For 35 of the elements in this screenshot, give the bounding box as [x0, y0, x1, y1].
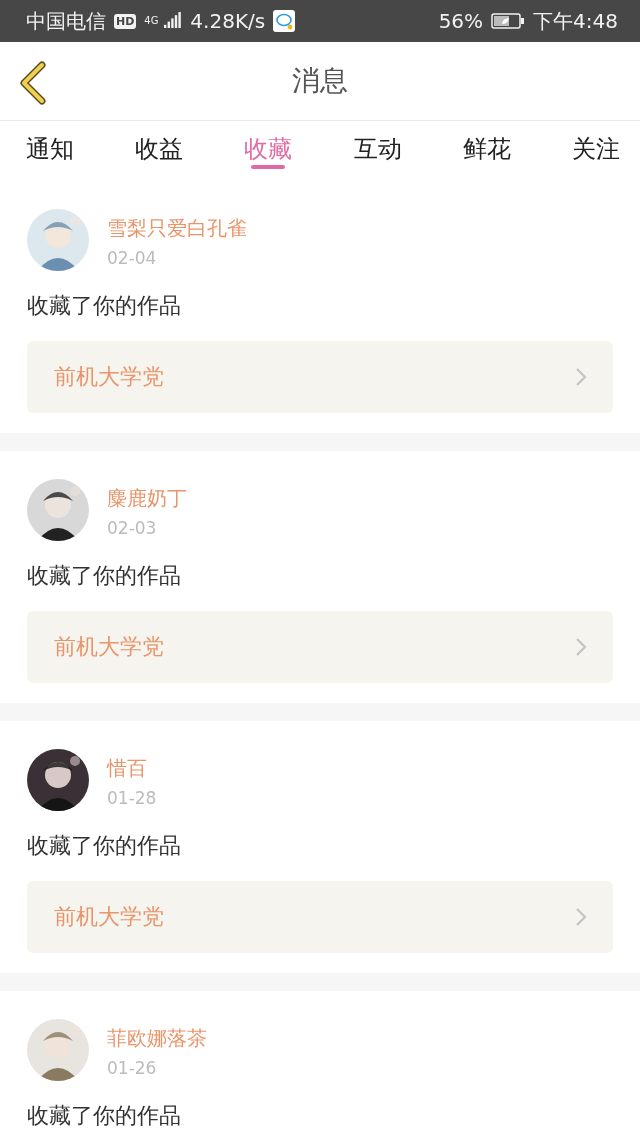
user-name[interactable]: 雪梨只爱白孔雀 [107, 215, 247, 242]
message-date: 01-26 [107, 1058, 158, 1078]
chevron-right-icon [575, 907, 587, 927]
message-date: 02-04 [107, 248, 158, 268]
tab[interactable]: 通知 [20, 121, 80, 169]
user-name[interactable]: 惜百 [107, 755, 157, 782]
tab[interactable]: 关注 [565, 121, 626, 169]
back-icon[interactable] [18, 61, 48, 105]
user-name[interactable]: 麋鹿奶丁 [107, 485, 187, 512]
message-text: 收藏了你的作品 [27, 562, 182, 590]
signal-icon [164, 12, 183, 30]
network-speed: 4.28K/s [190, 9, 266, 33]
message-date: 01-28 [107, 788, 157, 808]
battery-percent: 56% [438, 9, 484, 33]
hd-badge: HD [114, 13, 137, 29]
message-text: 收藏了你的作品 [27, 832, 182, 860]
work-link[interactable]: 前机大学党 [27, 611, 613, 683]
tab[interactable]: 鲜花 [456, 121, 517, 169]
clock-time: 下午4:48 [533, 7, 618, 35]
chevron-right-icon [575, 637, 587, 657]
user-name[interactable]: 菲欧娜落茶 [107, 1025, 207, 1052]
tab[interactable]: 收藏 [238, 121, 299, 169]
work-link[interactable]: 前机大学党 [27, 341, 613, 413]
message-text: 收藏了你的作品 [27, 1102, 182, 1130]
chat-app-icon [273, 10, 296, 32]
chevron-right-icon [575, 367, 587, 387]
tab[interactable]: 收益 [129, 121, 190, 169]
carrier-name: 中国电信 [26, 7, 106, 35]
message-date: 02-03 [107, 518, 158, 538]
tab[interactable]: 互动 [347, 121, 408, 169]
message-text: 收藏了你的作品 [27, 292, 182, 320]
work-link[interactable]: 前机大学党 [27, 881, 613, 953]
page-title: 消息 [292, 63, 348, 99]
network-type: 4G [144, 16, 157, 26]
battery-icon [491, 12, 526, 30]
